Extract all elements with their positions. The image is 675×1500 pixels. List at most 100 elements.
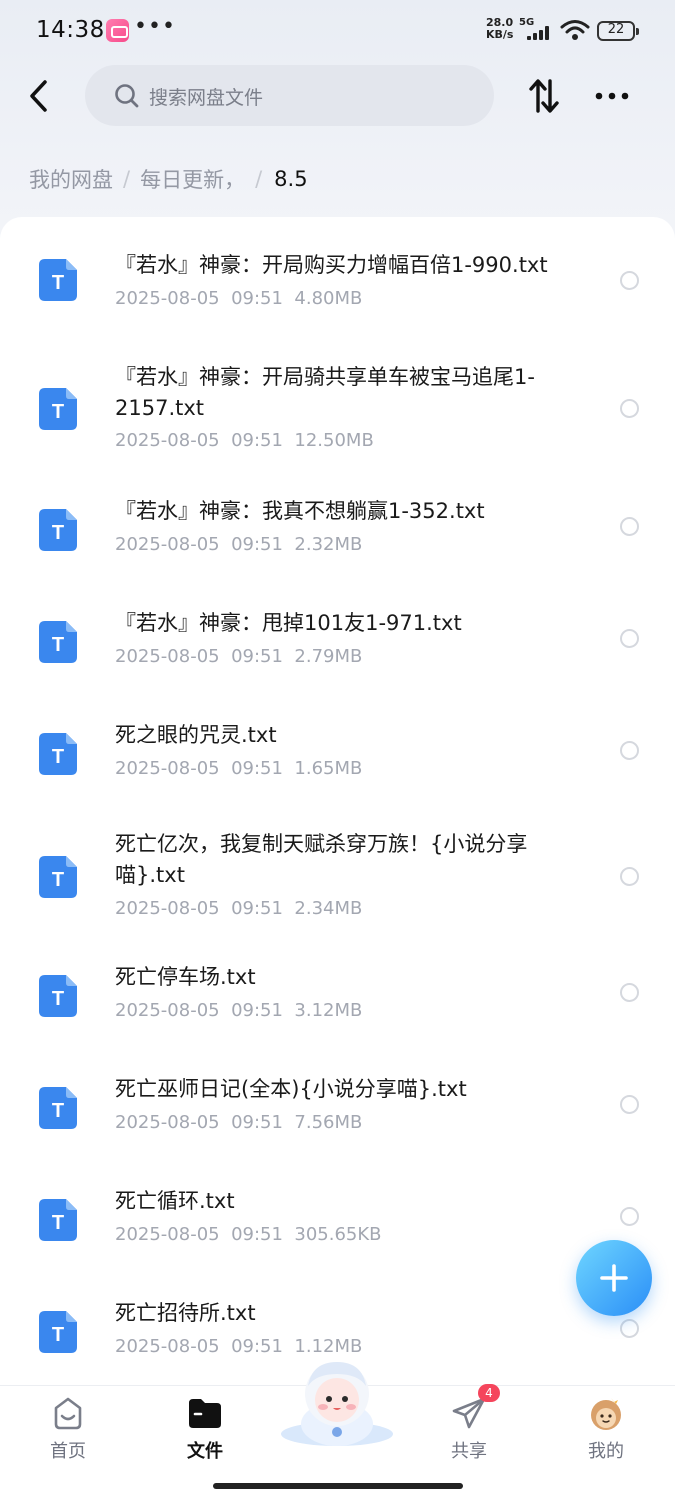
home-indicator bbox=[213, 1483, 463, 1489]
select-checkbox[interactable] bbox=[620, 1319, 639, 1338]
text-file-icon: T bbox=[39, 388, 77, 430]
file-size: 3.12MB bbox=[294, 1000, 363, 1021]
select-checkbox[interactable] bbox=[620, 271, 639, 290]
select-checkbox[interactable] bbox=[620, 517, 639, 536]
nav-share-label: 共享 bbox=[451, 1441, 487, 1462]
status-bar: 14:38 ••• 28.0 KB/s 5G 22 bbox=[0, 0, 675, 62]
breadcrumb-separator: / bbox=[255, 167, 263, 191]
sort-button[interactable] bbox=[522, 72, 566, 120]
file-time: 09:51 bbox=[231, 898, 283, 919]
nav-home[interactable]: 首页 bbox=[13, 1386, 123, 1476]
battery-icon: 22 bbox=[597, 21, 639, 41]
file-row[interactable]: T 『若水』神豪：我真不想躺赢1-352.txt 2025-08-05 09:5… bbox=[0, 471, 675, 583]
file-name: 死亡亿次，我复制天赋杀穿万族！{小说分享喵}.txt bbox=[115, 832, 528, 887]
file-time: 09:51 bbox=[231, 288, 283, 309]
more-dots-icon bbox=[595, 92, 629, 100]
bilibili-app-icon bbox=[106, 19, 129, 42]
add-button[interactable] bbox=[576, 1240, 652, 1316]
select-checkbox[interactable] bbox=[620, 629, 639, 648]
select-checkbox[interactable] bbox=[620, 983, 639, 1002]
file-row[interactable]: T 『若水』神豪：甩掉101友1-971.txt 2025-08-05 09:5… bbox=[0, 583, 675, 695]
share-count-badge: 4 bbox=[478, 1384, 500, 1402]
file-size: 4.80MB bbox=[294, 288, 363, 309]
file-size: 2.32MB bbox=[294, 534, 363, 555]
text-file-icon: T bbox=[39, 1311, 77, 1353]
home-icon bbox=[54, 1397, 82, 1430]
nav-files-label: 文件 bbox=[187, 1441, 223, 1462]
file-icon-letter: T bbox=[52, 1324, 64, 1346]
file-time: 09:51 bbox=[231, 1000, 283, 1021]
text-file-icon: T bbox=[39, 1087, 77, 1129]
text-file-icon: T bbox=[39, 621, 77, 663]
select-checkbox[interactable] bbox=[620, 399, 639, 418]
file-row[interactable]: T 死亡亿次，我复制天赋杀穿万族！{小说分享喵}.txt 2025-08-05 … bbox=[0, 807, 675, 949]
file-row[interactable]: T 死之眼的咒灵.txt 2025-08-05 09:51 1.65MB bbox=[0, 695, 675, 807]
status-more-dots: ••• bbox=[134, 14, 176, 39]
select-checkbox[interactable] bbox=[620, 867, 639, 886]
breadcrumb-item-root[interactable]: 我的网盘 bbox=[29, 164, 113, 194]
file-date: 2025-08-05 bbox=[115, 898, 220, 919]
file-date: 2025-08-05 bbox=[115, 1336, 220, 1357]
file-icon-letter: T bbox=[52, 522, 64, 544]
file-name: 死亡循环.txt bbox=[115, 1189, 235, 1213]
nav-share[interactable]: 4 共享 bbox=[414, 1384, 524, 1476]
file-icon-letter: T bbox=[52, 401, 64, 423]
file-row[interactable]: T 死亡停车场.txt 2025-08-05 09:51 3.12MB bbox=[0, 949, 675, 1061]
file-time: 09:51 bbox=[231, 1336, 283, 1357]
breadcrumb-item-folder[interactable]: 每日更新， bbox=[140, 164, 245, 194]
file-size: 12.50MB bbox=[294, 430, 374, 451]
breadcrumb-current: 8.5 bbox=[274, 167, 308, 191]
file-size: 2.79MB bbox=[294, 646, 363, 667]
file-meta: 2025-08-05 09:51 12.50MB bbox=[115, 430, 374, 451]
more-options-button[interactable] bbox=[590, 76, 634, 116]
file-size: 7.56MB bbox=[294, 1112, 363, 1133]
file-row[interactable]: T 死亡循环.txt 2025-08-05 09:51 305.65KB bbox=[0, 1173, 675, 1285]
file-icon-letter: T bbox=[52, 1212, 64, 1234]
file-date: 2025-08-05 bbox=[115, 758, 220, 779]
file-date: 2025-08-05 bbox=[115, 430, 220, 451]
file-date: 2025-08-05 bbox=[115, 1112, 220, 1133]
file-meta: 2025-08-05 09:51 4.80MB bbox=[115, 288, 362, 309]
avatar-icon bbox=[591, 1398, 621, 1430]
file-icon-letter: T bbox=[52, 634, 64, 656]
file-name: 『若水』神豪：开局购买力增幅百倍1-990.txt bbox=[115, 253, 548, 277]
file-row[interactable]: T 『若水』神豪：开局购买力增幅百倍1-990.txt 2025-08-05 0… bbox=[0, 217, 675, 329]
nav-home-label: 首页 bbox=[50, 1441, 86, 1462]
file-name: 死亡招待所.txt bbox=[115, 1301, 256, 1325]
file-date: 2025-08-05 bbox=[115, 1224, 220, 1245]
file-icon-letter: T bbox=[52, 746, 64, 768]
file-meta: 2025-08-05 09:51 7.56MB bbox=[115, 1112, 362, 1133]
battery-level: 22 bbox=[607, 22, 625, 37]
file-meta: 2025-08-05 09:51 2.32MB bbox=[115, 534, 362, 555]
file-time: 09:51 bbox=[231, 1112, 283, 1133]
file-name: 死之眼的咒灵.txt bbox=[115, 723, 277, 747]
search-input[interactable]: 搜索网盘文件 bbox=[85, 65, 494, 126]
select-checkbox[interactable] bbox=[620, 741, 639, 760]
file-name: 『若水』神豪：甩掉101友1-971.txt bbox=[115, 611, 462, 635]
nav-files[interactable]: 文件 bbox=[150, 1386, 260, 1476]
search-icon bbox=[115, 84, 139, 108]
file-date: 2025-08-05 bbox=[115, 1000, 220, 1021]
mascot-assistant-button[interactable] bbox=[278, 1352, 396, 1448]
file-name: 『若水』神豪：我真不想躺赢1-352.txt bbox=[115, 499, 485, 523]
file-list: T 『若水』神豪：开局购买力增幅百倍1-990.txt 2025-08-05 0… bbox=[0, 217, 675, 1397]
file-row[interactable]: T 死亡巫师日记(全本){小说分享喵}.txt 2025-08-05 09:51… bbox=[0, 1061, 675, 1173]
file-date: 2025-08-05 bbox=[115, 646, 220, 667]
text-file-icon: T bbox=[39, 975, 77, 1017]
select-checkbox[interactable] bbox=[620, 1095, 639, 1114]
file-name: 死亡停车场.txt bbox=[115, 965, 256, 989]
text-file-icon: T bbox=[39, 1199, 77, 1241]
select-checkbox[interactable] bbox=[620, 1207, 639, 1226]
file-time: 09:51 bbox=[231, 534, 283, 555]
plus-icon bbox=[600, 1264, 628, 1292]
signal-icon bbox=[527, 24, 553, 40]
net-speed-unit: KB/s bbox=[486, 28, 514, 41]
chevron-left-icon bbox=[30, 80, 47, 112]
nav-me-label: 我的 bbox=[588, 1441, 624, 1462]
text-file-icon: T bbox=[39, 733, 77, 775]
breadcrumb-separator: / bbox=[123, 167, 131, 191]
file-size: 305.65KB bbox=[294, 1224, 382, 1245]
nav-me[interactable]: 我的 bbox=[551, 1386, 661, 1476]
back-button[interactable] bbox=[18, 74, 58, 118]
file-row[interactable]: T 『若水』神豪：开局骑共享单车被宝马追尾1-2157.txt 2025-08-… bbox=[0, 329, 675, 471]
